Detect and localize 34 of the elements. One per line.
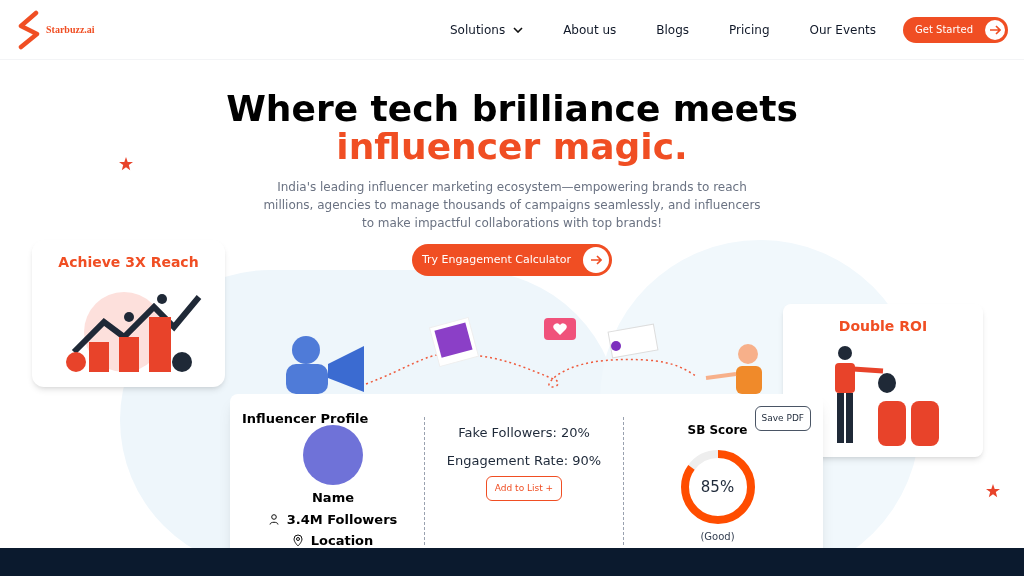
- card-title: Achieve 3X Reach: [58, 253, 199, 272]
- score-track: [687, 450, 718, 471]
- nav-link[interactable]: Pricing: [729, 20, 770, 39]
- score-rating: (Good): [700, 530, 735, 544]
- avatar-placeholder: [303, 425, 363, 485]
- score-value: 85%: [700, 478, 735, 496]
- brand-name[interactable]: Starbuzz.ai: [46, 22, 95, 37]
- stat-text: Fake Followers: 20%: [458, 424, 590, 442]
- hero-highlight: influencer magic.: [336, 128, 688, 166]
- hero-subtitle: India's leading influencer marketing ecosystem—empowering brands to reach millions, agencies to manage thousands of campaigns seamlessly, and influencers to make impactful collaborations with top brands!: [262, 179, 762, 232]
- save-pdf-button[interactable]: Save PDF: [754, 406, 811, 431]
- nav-link[interactable]: Blogs: [656, 20, 690, 39]
- engagement-calculator-button[interactable]: Try Engagement Calculator: [411, 244, 613, 276]
- nav-link[interactable]: Solutions: [450, 20, 524, 39]
- get-started-button[interactable]: Get Started: [903, 16, 1008, 43]
- followers-count: 3.4M Followers: [286, 510, 398, 529]
- hero-title: Where tech brilliance meets: [226, 90, 798, 128]
- location-pin-icon: [292, 534, 303, 548]
- profile-title: Influencer Profile: [242, 410, 369, 428]
- star-icon: [986, 484, 1000, 498]
- nav-link[interactable]: About us: [563, 20, 617, 39]
- chevron-down-icon: [513, 26, 524, 33]
- star-icon: [119, 157, 133, 171]
- score-title: SB Score: [687, 422, 748, 439]
- location-text: Location: [310, 532, 374, 550]
- nav-link[interactable]: Our Events: [809, 20, 876, 39]
- arrow-right-icon: [985, 19, 1005, 40]
- stat-text: Engagement Rate: 90%: [446, 451, 602, 470]
- arrow-right-icon: [583, 247, 610, 273]
- user-icon: [268, 513, 279, 525]
- add-to-list-button[interactable]: Add to List +: [485, 476, 563, 501]
- influencer-name: Name: [312, 489, 354, 507]
- card-title: Double ROI: [838, 317, 928, 336]
- logo-icon[interactable]: [16, 9, 42, 50]
